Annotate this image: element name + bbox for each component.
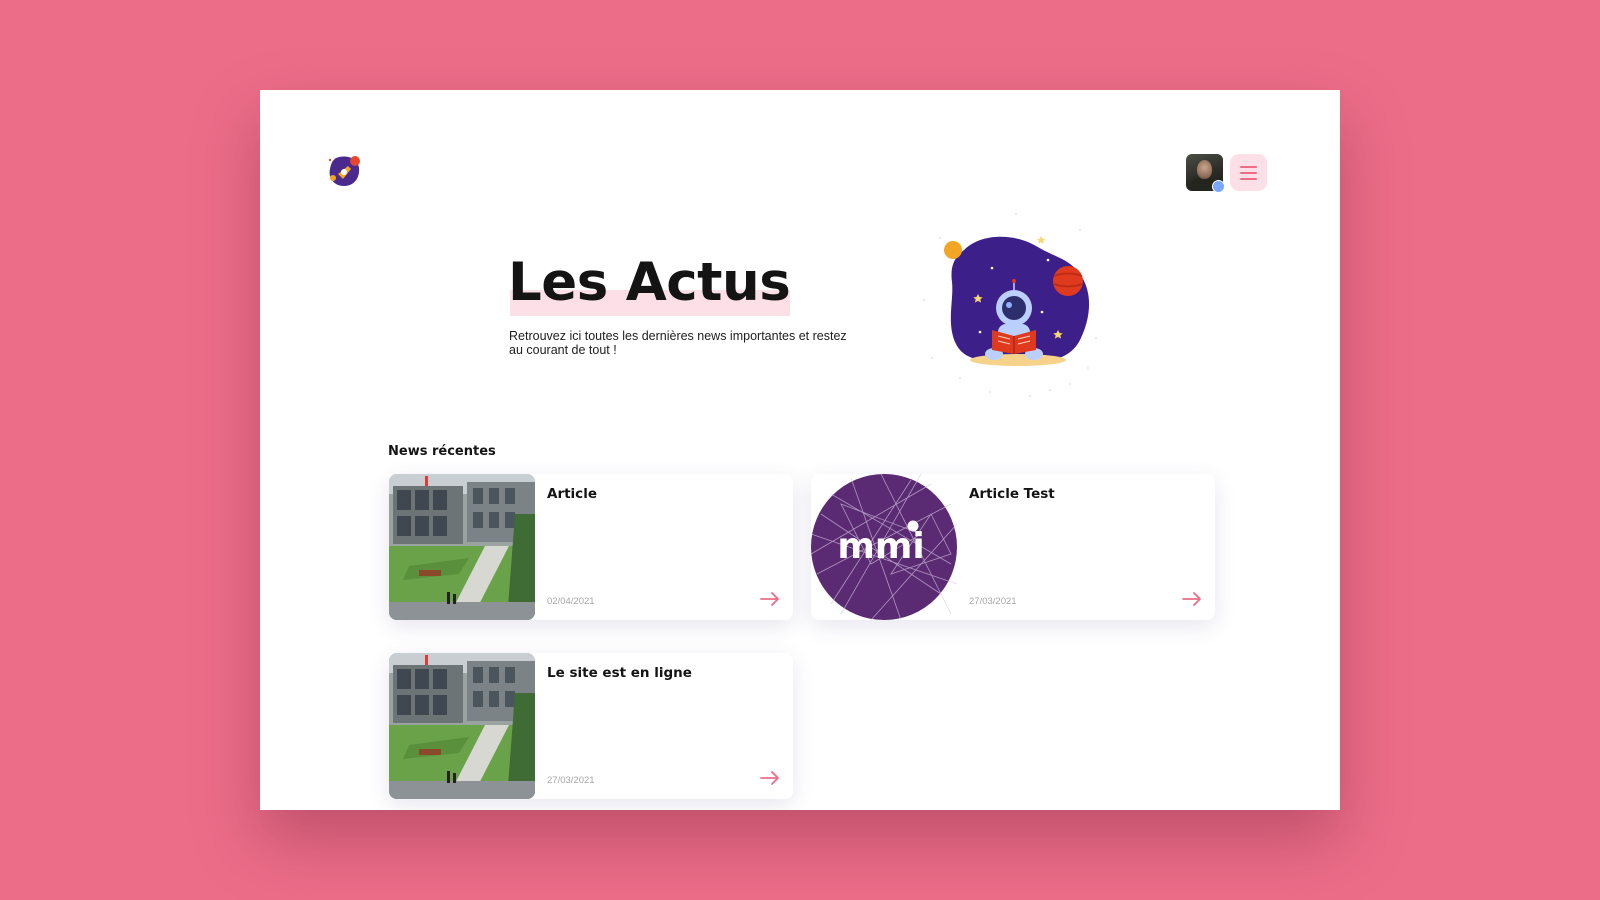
article-title[interactable]: Article Test — [969, 486, 1055, 502]
news-card[interactable]: Article 02/04/2021 — [389, 474, 793, 620]
news-card[interactable]: mmi Article Test 27/03/2021 — [811, 474, 1215, 620]
hamburger-menu-icon-line — [1240, 165, 1257, 168]
article-title[interactable]: Le site est en ligne — [547, 665, 692, 681]
article-title[interactable]: Article — [547, 486, 597, 502]
user-avatar[interactable] — [1186, 154, 1225, 193]
online-status-dot — [1212, 180, 1225, 193]
section-title: News récentes — [388, 444, 496, 459]
page-title: Les Actus — [508, 252, 791, 313]
news-card[interactable]: Le site est en ligne 27/03/2021 — [389, 653, 793, 799]
hamburger-menu-icon-line — [1240, 177, 1257, 180]
hamburger-menu-icon-line — [1240, 171, 1257, 174]
article-thumbnail-campus — [389, 474, 535, 620]
avatar-face — [1197, 160, 1212, 179]
hero-title-block: Les Actus — [508, 252, 791, 316]
page-subtitle: Retrouvez ici toutes les dernières news … — [509, 329, 847, 357]
arrow-right-icon[interactable] — [759, 590, 781, 608]
arrow-right-icon[interactable] — [1181, 590, 1203, 608]
arrow-right-icon[interactable] — [759, 769, 781, 787]
article-thumbnail-campus — [389, 653, 535, 799]
astronaut-reading-illustration — [920, 208, 1105, 398]
hamburger-menu-button[interactable] — [1230, 154, 1267, 191]
article-thumbnail-mmi: mmi — [811, 474, 957, 620]
article-date: 02/04/2021 — [547, 596, 595, 607]
article-date: 27/03/2021 — [547, 775, 595, 786]
planet-logo-icon[interactable] — [324, 152, 364, 192]
app-window: Les Actus Retrouvez ici toutes les derni… — [260, 90, 1340, 810]
article-date: 27/03/2021 — [969, 596, 1017, 607]
mmi-logo-text: mmi — [837, 526, 924, 567]
